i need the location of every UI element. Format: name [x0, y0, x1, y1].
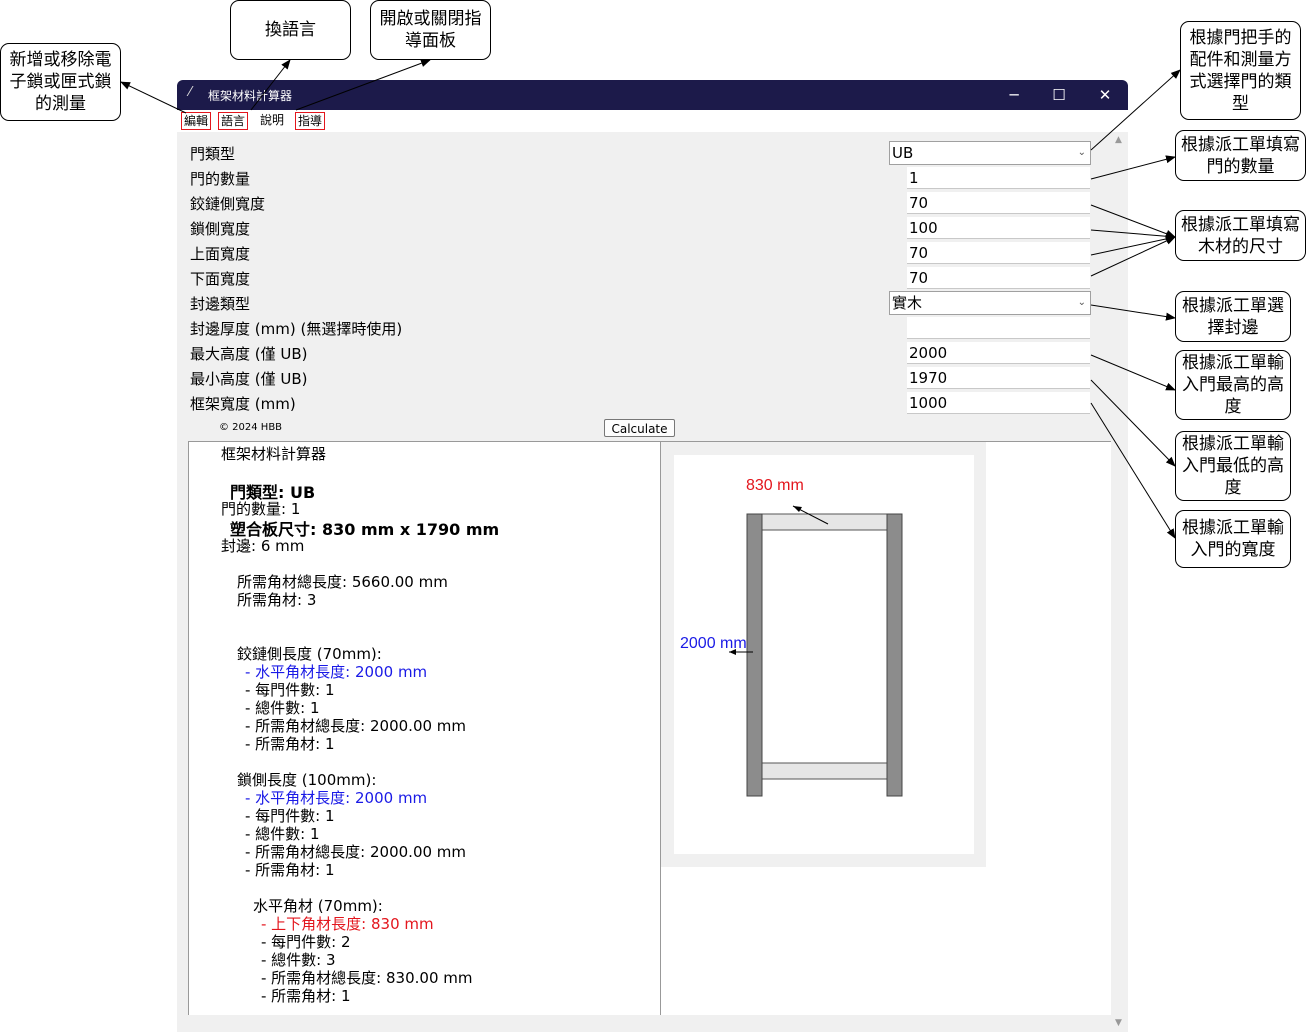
callout-door-count: 根據派工單填寫門的數量 — [1175, 130, 1306, 181]
label-hinge-width: 鉸鏈側寬度 — [190, 195, 266, 213]
width-dimension-label: 830 mm — [746, 477, 804, 494]
callout-edge-type: 根據派工單選擇封邊 — [1175, 291, 1291, 342]
edge-thickness-field[interactable] — [907, 317, 1090, 339]
minimize-button[interactable]: ─ — [999, 84, 1029, 106]
chevron-down-icon: ⌄ — [1077, 147, 1086, 158]
title-bar: ⁄ 框架材料計算器 ─ ☐ ✕ — [177, 80, 1128, 110]
edge-type-select[interactable]: 實木 ⌄ — [889, 291, 1091, 315]
label-bottom-width: 下面寬度 — [190, 270, 251, 288]
callout-max-height: 根據派工單輸入門最高的高度 — [1175, 350, 1291, 420]
lock-stile — [886, 513, 903, 797]
lock-width-field[interactable]: 100 — [907, 217, 1090, 239]
maximize-button[interactable]: ☐ — [1044, 84, 1074, 106]
window-title: 框架材料計算器 — [208, 89, 293, 103]
label-door-count: 門的數量 — [190, 170, 251, 188]
menu-bar: 編輯 語言 說明 指導 — [177, 110, 1128, 132]
label-lock-width: 鎖側寬度 — [190, 220, 251, 238]
menu-edit[interactable]: 編輯 — [181, 112, 212, 130]
callout-guide: 開啟或關閉指導面板 — [370, 0, 491, 60]
min-height-field[interactable]: 1970 — [907, 367, 1090, 389]
hinge-stile — [746, 513, 763, 797]
label-frame-width: 框架寬度 (mm) — [190, 395, 296, 413]
diagram-panel: 830 mm 2000 mm — [660, 441, 1111, 1015]
height-dimension-label: 2000 mm — [680, 635, 747, 652]
bottom-rail — [761, 762, 888, 780]
output-panel[interactable]: 框架材料計算器 門類型: UB 門的數量: 1 塑合板尺寸: 830 mm x … — [188, 441, 661, 1015]
callout-wood-size: 根據派工單填寫木材的尺寸 — [1175, 210, 1306, 261]
output-title: 框架材料計算器 — [221, 445, 327, 463]
callout-min-height: 根據派工單輸入門最低的高度 — [1175, 431, 1291, 501]
horizontal-needed: - 所需角材: 1 — [261, 987, 351, 1005]
door-type-select[interactable]: UB ⌄ — [889, 141, 1091, 165]
hinge-width-field[interactable]: 70 — [907, 192, 1090, 214]
bottom-width-field[interactable]: 70 — [907, 267, 1090, 289]
chevron-down-icon: ⌄ — [1077, 297, 1086, 308]
menu-language[interactable]: 語言 — [218, 112, 249, 130]
copyright: © 2024 HBB — [219, 422, 283, 433]
label-edge-thickness: 封邊厚度 (mm) (無選擇時使用) — [190, 320, 403, 338]
door-count-field[interactable]: 1 — [907, 167, 1090, 189]
callout-language: 換語言 — [230, 0, 351, 60]
close-button[interactable]: ✕ — [1090, 84, 1120, 106]
top-width-field[interactable]: 70 — [907, 242, 1090, 264]
vertical-scrollbar[interactable]: ▲ ▼ — [1112, 132, 1128, 1032]
label-door-type: 門類型 — [190, 145, 236, 163]
label-top-width: 上面寬度 — [190, 245, 251, 263]
lock-needed: - 所需角材: 1 — [245, 861, 335, 879]
label-max-height: 最大高度 (僅 UB) — [190, 345, 308, 363]
callout-door-type: 根據門把手的配件和測量方式選擇門的類型 — [1180, 21, 1301, 120]
scroll-up-icon[interactable]: ▲ — [1115, 135, 1122, 145]
output-edge: 封邊: 6 mm — [221, 537, 305, 555]
frame-width-field[interactable]: 1000 — [907, 392, 1090, 414]
label-min-height: 最小高度 (僅 UB) — [190, 370, 308, 388]
app-window: ⁄ 框架材料計算器 ─ ☐ ✕ 編輯 語言 說明 指導 門類型 門的數量 鉸鏈側… — [177, 80, 1128, 1032]
scroll-down-icon[interactable]: ▼ — [1115, 1018, 1122, 1028]
hinge-needed: - 所需角材: 1 — [245, 735, 335, 753]
frame-diagram: 830 mm 2000 mm — [661, 442, 986, 867]
output-total-pieces: 所需角材: 3 — [237, 591, 317, 609]
menu-guide[interactable]: 指導 — [295, 112, 326, 130]
calculate-button[interactable]: Calculate — [604, 419, 675, 437]
max-height-field[interactable]: 2000 — [907, 342, 1090, 364]
feather-icon: ⁄ — [189, 85, 192, 100]
label-edge-type: 封邊類型 — [190, 295, 251, 313]
callout-edit: 新增或移除電子鎖或匣式鎖的測量 — [0, 43, 121, 121]
menu-help[interactable]: 說明 — [258, 112, 286, 128]
callout-width: 根據派工單輸入門的寬度 — [1175, 510, 1291, 568]
